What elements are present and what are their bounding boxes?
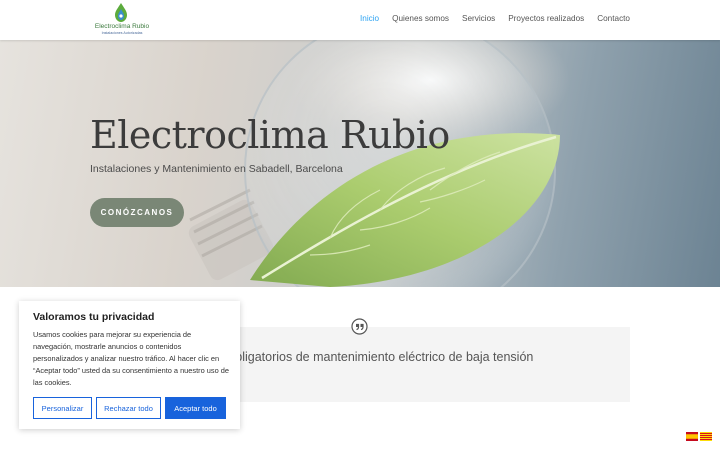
cookie-consent-banner: Valoramos tu privacidad Usamos cookies p… (19, 301, 240, 429)
nav-item-servicios[interactable]: Servicios (462, 14, 495, 26)
accept-all-button[interactable]: Aceptar todo (165, 397, 226, 419)
cookie-title: Valoramos tu privacidad (33, 311, 155, 323)
logo-tagline: Instalaciones Autorizadas (101, 31, 143, 35)
nav-item-quienes-somos[interactable]: Quienes somos (392, 14, 449, 26)
nav-item-contacto[interactable]: Contacto (597, 14, 630, 26)
conozcanos-button[interactable]: CONÓZCANOS (90, 198, 184, 227)
ca-flag-icon[interactable] (700, 432, 712, 441)
quote-icon (351, 318, 368, 335)
nav-item-inicio[interactable]: Inicio (360, 14, 379, 26)
nav-item-proyectos[interactable]: Proyectos realizados (508, 14, 584, 26)
hero-subtitle: Instalaciones y Mantenimiento en Sabadel… (90, 163, 343, 175)
logo-name: Electroclima Rubio (94, 23, 150, 30)
logo-flame-icon (115, 3, 127, 22)
es-flag-icon[interactable] (686, 432, 698, 441)
main-nav: Inicio Quienes somos Servicios Proyectos… (360, 14, 630, 26)
logo[interactable]: Electroclima Rubio Instalaciones Autoriz… (94, 3, 150, 37)
customize-cookies-button[interactable]: Personalizar (33, 397, 92, 419)
hero-banner: Electroclima Rubio Instalaciones y Mante… (0, 40, 720, 287)
site-header: Electroclima Rubio Instalaciones Autoriz… (0, 0, 720, 40)
cookie-description: Usamos cookies para mejorar su experienc… (33, 330, 229, 387)
hero-title: Electroclima Rubio (90, 113, 450, 157)
reject-all-button[interactable]: Rechazar todo (96, 397, 161, 419)
